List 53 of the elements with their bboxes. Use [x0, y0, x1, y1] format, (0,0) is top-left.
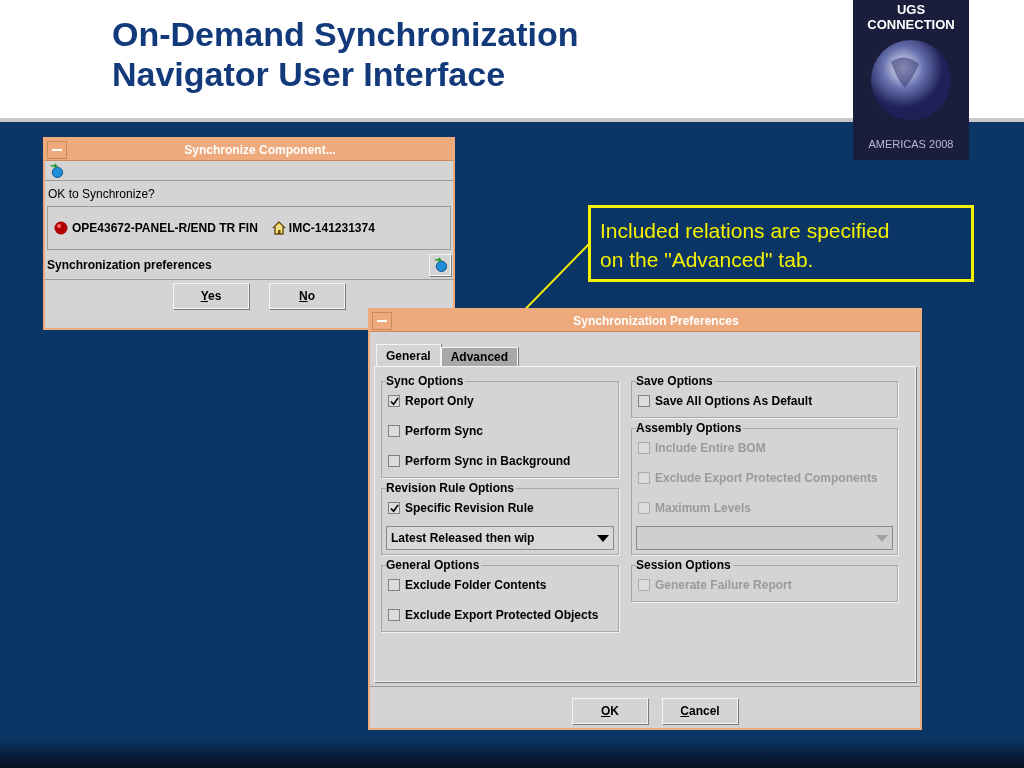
tab[interactable]: Advanced — [440, 347, 519, 366]
house-icon — [271, 221, 286, 235]
window-menu-button[interactable] — [47, 140, 67, 159]
checkbox[interactable] — [388, 395, 400, 407]
group-title: Revision Rule Options — [386, 480, 516, 496]
component-name: OPE43672-PANEL-R/END TR FIN — [72, 220, 258, 237]
checkbox-label: Maximum Levels — [655, 500, 752, 517]
preferences-label: Synchronization preferences — [47, 256, 212, 274]
dialog-button[interactable]: Cancel — [662, 698, 738, 724]
item-id: IMC-141231374 — [288, 220, 375, 237]
group-title: Assembly Options — [636, 420, 744, 436]
group-title: Sync Options — [386, 373, 466, 389]
dialog-button[interactable]: Yes — [173, 283, 249, 309]
checkbox-label: Exclude Export Protected Components — [655, 470, 878, 487]
caret-icon — [597, 534, 609, 542]
preferences-button[interactable] — [429, 253, 451, 276]
status-ball-icon — [54, 221, 68, 235]
window-title: Synchronization Preferences — [572, 312, 740, 330]
group-title: Save Options — [636, 373, 715, 389]
checkbox-label: Specific Revision Rule — [405, 500, 534, 517]
group-title: General Options — [386, 557, 482, 573]
checkbox-label: Exclude Folder Contents — [405, 577, 547, 594]
tab[interactable]: General — [376, 344, 441, 366]
checkbox[interactable] — [388, 502, 400, 514]
dialog-button[interactable]: No — [269, 283, 345, 309]
checkbox-label: Include Entire BOM — [655, 440, 766, 457]
slide-title: On-Demand Synchronization — [112, 14, 579, 54]
dropdown-value: Latest Released then wip — [391, 530, 535, 547]
dropdown[interactable]: Latest Released then wip — [386, 526, 614, 550]
checkbox[interactable] — [388, 579, 400, 591]
prompt-text: OK to Synchronize? — [47, 186, 156, 203]
checkbox[interactable] — [388, 609, 400, 621]
group-title: Session Options — [636, 557, 733, 573]
checkbox[interactable] — [388, 425, 400, 437]
logo-name: UGS CONNECTION — [866, 2, 956, 32]
checkbox[interactable] — [388, 455, 400, 467]
check-icon — [389, 503, 399, 513]
check-icon — [389, 396, 399, 406]
dialog-button[interactable]: OK — [572, 698, 648, 724]
callout-text: Included relations are specified — [600, 218, 891, 244]
checkbox-label: Perform Sync in Background — [405, 453, 571, 470]
caret-icon — [876, 534, 888, 542]
window-menu-button[interactable] — [372, 311, 392, 330]
logo-edition: AMERICAS 2008 — [868, 137, 954, 152]
slide-title: Navigator User Interface — [112, 54, 507, 94]
checkbox-label: Save All Options As Default — [655, 393, 813, 410]
checkbox-label: Report Only — [405, 393, 474, 410]
checkbox[interactable] — [638, 395, 650, 407]
checkbox-label: Perform Sync — [405, 423, 484, 440]
checkbox-label: Exclude Export Protected Objects — [405, 607, 599, 624]
window-title: Synchronize Component... — [183, 141, 337, 159]
callout-text: on the "Advanced" tab. — [600, 247, 815, 273]
checkbox-label: Generate Failure Report — [655, 577, 792, 594]
